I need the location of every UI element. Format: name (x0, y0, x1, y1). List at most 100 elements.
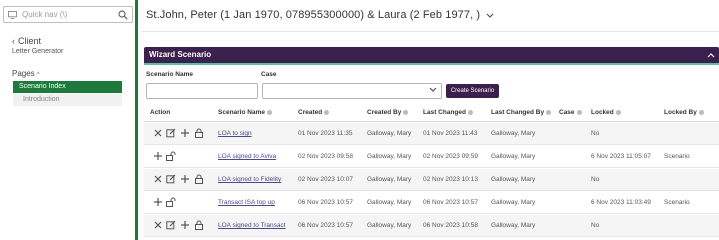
col-case[interactable]: Case (559, 109, 582, 116)
table-row: LOA signed to Aviva 02 Nov 2023 09:58 Gall… (144, 146, 719, 168)
plus-icon[interactable] (153, 197, 163, 207)
close-icon[interactable] (153, 128, 163, 138)
client-label: Client (18, 36, 42, 46)
table-row: Transact ISA top up 06 Nov 2023 10:57 Gall… (144, 192, 719, 214)
sidebar-item-introduction[interactable]: Introduction (13, 94, 122, 106)
col-last-changed[interactable]: Last Changed (423, 109, 473, 116)
chevron-left-icon: ‹ (12, 36, 15, 46)
close-icon[interactable] (153, 220, 163, 230)
quick-nav-placeholder: Quick nav (\) (22, 10, 68, 19)
chevron-up-icon[interactable] (707, 47, 715, 63)
edit-icon[interactable] (166, 220, 176, 230)
sort-icon (698, 109, 704, 115)
cell-created-by: Galloway, Mary (367, 199, 412, 206)
table-header: Action Scenario Name Created Created By … (144, 104, 719, 121)
table-header-divider (144, 121, 719, 122)
monitor-icon (8, 11, 17, 19)
cell-created-by: Galloway, Mary (367, 222, 412, 229)
table-row: LOA signed to Fidelity 02 Nov 2023 10:07 G… (144, 169, 719, 191)
cell-created: 02 Nov 2023 10:07 (298, 176, 353, 183)
cell-last-changed-by: Galloway, Mary (491, 199, 536, 206)
col-last-changed-by[interactable]: Last Changed By (491, 109, 552, 116)
sort-icon (615, 109, 621, 115)
cell-scenario-name[interactable]: Transact ISA top up (218, 199, 275, 206)
sort-icon (467, 109, 473, 115)
page-title-dropdown[interactable]: St.John, Peter (1 Jan 1970, 078955300000… (146, 9, 494, 21)
client-subtitle: Letter Generator (12, 48, 64, 55)
page-title: St.John, Peter (1 Jan 1970, 078955300000… (146, 9, 481, 21)
pages-label: Pages (12, 69, 35, 78)
plus-icon[interactable] (180, 174, 190, 184)
cell-last-changed-by: Galloway, Mary (491, 130, 536, 137)
cell-scenario-name[interactable]: LOA signed to Fidelity (218, 176, 281, 183)
sort-icon (324, 109, 330, 115)
cell-scenario-name[interactable]: LOA signed to Transact (218, 222, 286, 229)
col-scenario-name[interactable]: Scenario Name (218, 109, 272, 116)
col-created-by[interactable]: Created By (367, 109, 409, 116)
scenario-name-label: Scenario Name (146, 71, 193, 78)
case-select[interactable] (262, 83, 442, 99)
chevron-down-icon (429, 87, 437, 94)
plus-icon[interactable] (153, 151, 163, 161)
edit-icon[interactable] (166, 174, 176, 184)
cell-last-changed: 02 Nov 2023 09:59 (423, 153, 478, 160)
cell-locked: 6 Nov 2023 11:05:07 (591, 153, 651, 160)
sort-icon (576, 109, 582, 115)
pages-section-toggle[interactable]: Pages ^ (12, 69, 40, 78)
sidebar: Quick nav (\) ‹ Client Letter Generator P… (0, 0, 138, 240)
plus-icon[interactable] (180, 128, 190, 138)
cell-locked: 6 Nov 2023 11:03:49 (591, 199, 651, 206)
cell-last-changed: 02 Nov 2023 10:13 (423, 176, 478, 183)
col-action: Action (150, 109, 171, 116)
cell-scenario-name[interactable]: LOA signed to Aviva (218, 153, 276, 160)
sort-icon (403, 109, 409, 115)
cell-locked: No (591, 130, 600, 137)
cell-locked-by: Scenario (664, 199, 690, 206)
cell-scenario-name[interactable]: LOA to sign (218, 130, 252, 137)
cell-last-changed-by: Galloway, Mary (491, 222, 536, 229)
cell-last-changed: 01 Nov 2023 11:43 (423, 130, 478, 137)
edit-icon[interactable] (166, 128, 176, 138)
cell-created-by: Galloway, Mary (367, 130, 412, 137)
header-divider (141, 31, 719, 32)
sort-icon (546, 109, 552, 115)
case-label: Case (261, 71, 277, 78)
scenario-name-input[interactable] (146, 83, 258, 99)
create-scenario-button[interactable]: Create Scenario (446, 84, 499, 98)
col-locked-by[interactable]: Locked By (664, 109, 704, 116)
table-row: LOA to sign 01 Nov 2023 11:35 Galloway, Ma… (144, 123, 719, 145)
cell-last-changed: 06 Nov 2023 10:58 (423, 222, 478, 229)
cell-last-changed-by: Galloway, Mary (491, 176, 536, 183)
lock-icon[interactable] (194, 174, 204, 184)
search-icon[interactable] (118, 10, 128, 20)
lock-icon[interactable] (194, 220, 204, 230)
col-created[interactable]: Created (298, 109, 330, 116)
unlock-icon[interactable] (166, 197, 176, 207)
sort-icon (266, 109, 272, 115)
cell-created: 01 Nov 2023 11:35 (298, 130, 353, 137)
sidebar-item-scenario-index[interactable]: Scenario Index (13, 81, 122, 93)
cell-created: 06 Nov 2023 10:57 (298, 222, 353, 229)
chevron-up-icon: ^ (36, 72, 40, 78)
quick-nav-input[interactable]: Quick nav (\) (3, 6, 133, 23)
panel-header: Wizard Scenario (144, 47, 719, 63)
close-icon[interactable] (153, 174, 163, 184)
cell-created-by: Galloway, Mary (367, 176, 412, 183)
panel-accent-bar (144, 63, 719, 65)
cell-created: 02 Nov 2023 09:58 (298, 153, 353, 160)
panel-title: Wizard Scenario (149, 50, 212, 59)
cell-last-changed: 06 Nov 2023 10:57 (423, 199, 478, 206)
unlock-icon[interactable] (166, 151, 176, 161)
cell-locked-by: Scenario (664, 153, 690, 160)
col-locked[interactable]: Locked (591, 109, 621, 116)
cell-locked: No (591, 222, 600, 229)
cell-locked: No (591, 176, 600, 183)
table-row: LOA signed to Transact 06 Nov 2023 10:57 G… (144, 215, 719, 237)
cell-last-changed-by: Galloway, Mary (491, 153, 536, 160)
lock-icon[interactable] (194, 128, 204, 138)
client-back-link[interactable]: ‹ Client (12, 36, 41, 46)
cell-created: 06 Nov 2023 10:57 (298, 199, 353, 206)
cell-created-by: Galloway, Mary (367, 153, 412, 160)
plus-icon[interactable] (180, 220, 190, 230)
chevron-down-icon (486, 11, 494, 20)
